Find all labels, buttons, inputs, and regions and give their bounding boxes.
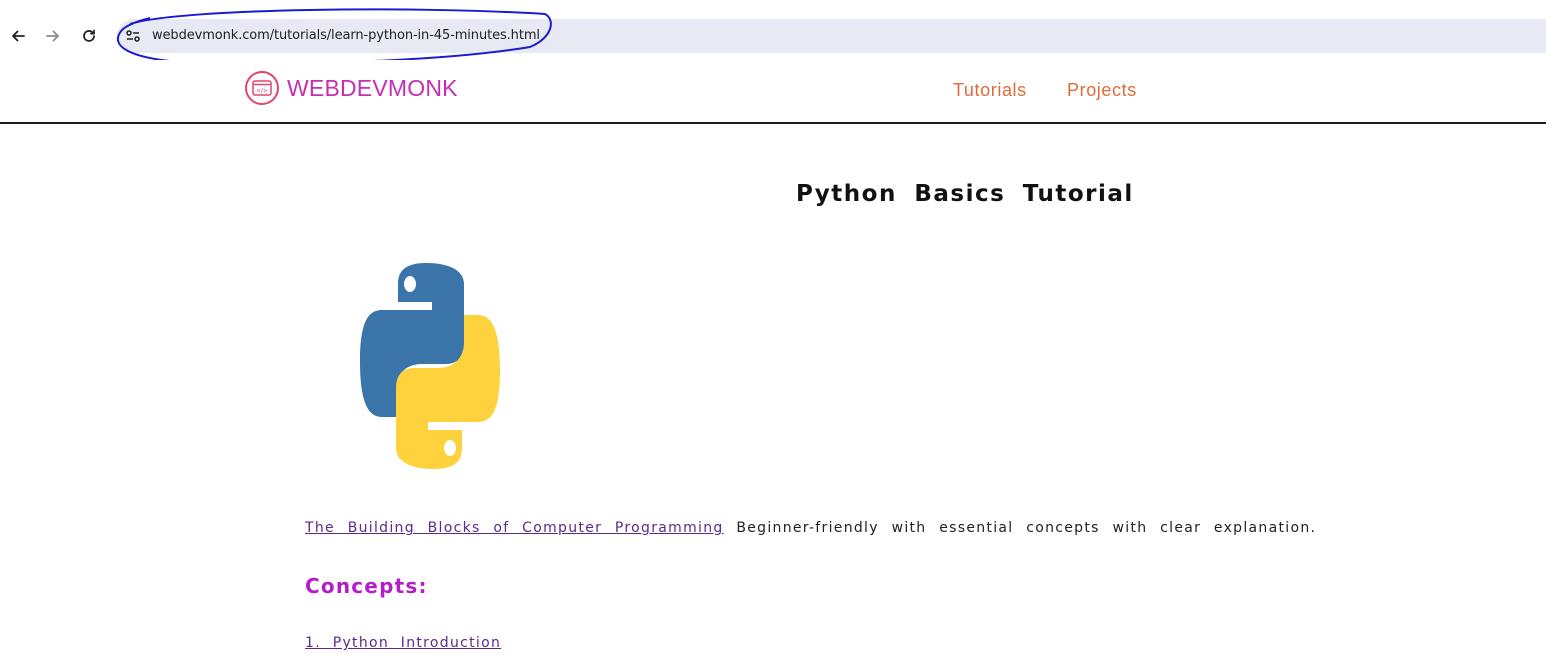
concepts-heading: Concepts: bbox=[305, 574, 428, 598]
browser-toolbar: webdevmonk.com/tutorials/learn-python-in… bbox=[0, 0, 1546, 65]
back-button[interactable] bbox=[6, 24, 30, 48]
arrow-right-icon bbox=[46, 30, 59, 42]
arrow-left-icon bbox=[12, 30, 25, 42]
forward-button[interactable] bbox=[41, 24, 65, 48]
page-title: Python Basics Tutorial bbox=[796, 181, 1134, 207]
intro-link[interactable]: The Building Blocks of Computer Programm… bbox=[305, 520, 724, 536]
code-window-icon: </> bbox=[245, 71, 279, 105]
site-logo[interactable]: </> WEBDEVMONK bbox=[245, 71, 458, 105]
reload-icon bbox=[83, 29, 95, 42]
nav-tutorials[interactable]: Tutorials bbox=[953, 80, 1027, 101]
tune-icon[interactable] bbox=[124, 27, 142, 45]
url-text[interactable]: webdevmonk.com/tutorials/learn-python-in… bbox=[152, 28, 540, 43]
intro-paragraph: The Building Blocks of Computer Programm… bbox=[305, 520, 1315, 536]
lesson-link-python-introduction[interactable]: 1. Python Introduction bbox=[305, 635, 501, 651]
site-header: </> WEBDEVMONK Tutorials Projects bbox=[0, 60, 1546, 124]
nav-projects[interactable]: Projects bbox=[1067, 80, 1137, 101]
address-bar[interactable]: webdevmonk.com/tutorials/learn-python-in… bbox=[117, 19, 1546, 53]
svg-text:</>: </> bbox=[257, 88, 268, 95]
logo-text: WEBDEVMONK bbox=[287, 74, 458, 101]
reload-button[interactable] bbox=[77, 24, 101, 48]
intro-text: Beginner-friendly with essential concept… bbox=[723, 520, 1317, 536]
python-logo bbox=[360, 263, 500, 469]
